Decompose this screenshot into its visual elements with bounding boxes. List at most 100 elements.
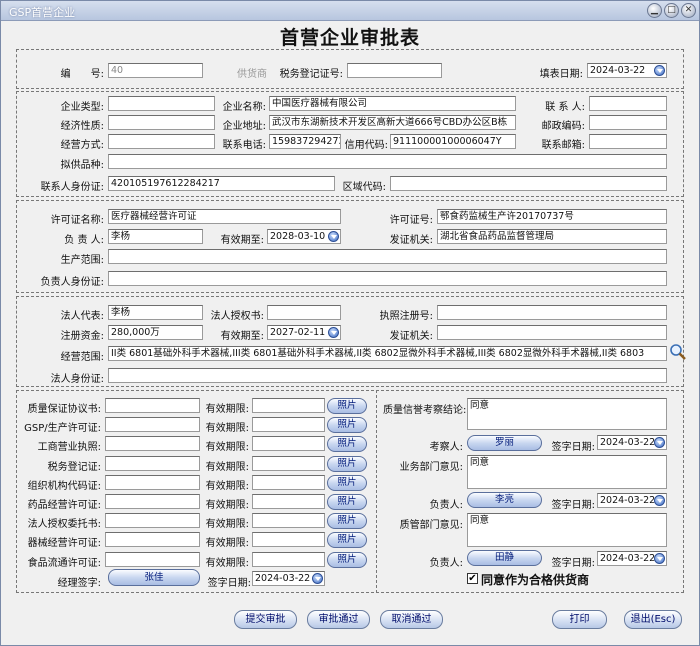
legal-yxqz-date-field[interactable]: 2027-02-11 bbox=[267, 325, 341, 340]
lxr-label: 联 系 人: bbox=[545, 102, 585, 113]
doc-valid-label: 有效期限: bbox=[205, 558, 249, 569]
minimize-icon[interactable]: ▁ bbox=[647, 3, 662, 18]
xkzh-field[interactable]: 鄂食药监械生产许20170737号 bbox=[437, 209, 667, 224]
frsfz-field[interactable] bbox=[108, 368, 667, 383]
magnifier-icon[interactable] bbox=[669, 343, 687, 361]
zlxy-textarea[interactable]: 同意 bbox=[467, 398, 667, 430]
fzrsfz-field[interactable] bbox=[108, 271, 667, 286]
doc-field[interactable] bbox=[105, 436, 200, 451]
doc-valid-field[interactable] bbox=[252, 494, 325, 509]
photo-button[interactable]: 照片 bbox=[327, 513, 367, 529]
doc-valid-field[interactable] bbox=[252, 436, 325, 451]
doc-field[interactable] bbox=[105, 417, 200, 432]
zzzch-label: 执照注册号: bbox=[379, 311, 433, 322]
lxdh-field[interactable]: 15983729427З bbox=[269, 134, 341, 149]
calendar-dropdown-icon[interactable] bbox=[328, 231, 339, 242]
qydm-field[interactable] bbox=[390, 176, 667, 191]
calendar-dropdown-icon[interactable] bbox=[654, 437, 665, 448]
doc-valid-field[interactable] bbox=[252, 552, 325, 567]
legal-fzjg-label: 发证机关: bbox=[389, 331, 433, 342]
ngpz-field[interactable] bbox=[108, 154, 667, 169]
ywbm-label: 业务部门意见: bbox=[399, 462, 463, 473]
close-icon[interactable]: ✕ bbox=[681, 3, 696, 18]
yzbm-field[interactable] bbox=[589, 115, 667, 130]
doc-field[interactable] bbox=[105, 494, 200, 509]
bianhao-field[interactable]: 40 bbox=[108, 63, 203, 78]
calendar-dropdown-icon[interactable] bbox=[654, 65, 665, 76]
doc-valid-field[interactable] bbox=[252, 513, 325, 528]
jl-qzrq-date-field[interactable]: 2024-03-22 bbox=[252, 571, 325, 586]
photo-button[interactable]: 照片 bbox=[327, 494, 367, 510]
fzr2-date-field[interactable]: 2024-03-22 bbox=[597, 551, 667, 566]
fzr1-date-label: 签字日期: bbox=[551, 500, 595, 511]
approve-button[interactable]: 审批通过 bbox=[307, 610, 370, 629]
manager-sign-button[interactable]: 张佳 bbox=[108, 569, 200, 586]
kcr-date-value: 2024-03-22 bbox=[600, 437, 656, 448]
fzr1-date-field[interactable]: 2024-03-22 bbox=[597, 493, 667, 508]
swdj-field[interactable] bbox=[347, 63, 442, 78]
exit-button[interactable]: 退出(Esc) bbox=[624, 610, 682, 629]
doc-field[interactable] bbox=[105, 398, 200, 413]
jyfw-field[interactable]: II类 6801基础外科手术器械,III类 6801基础外科手术器械,II类 6… bbox=[108, 346, 667, 361]
zzzch-field[interactable] bbox=[437, 305, 667, 320]
doc-label: GSP/生产许可证: bbox=[24, 423, 101, 434]
fzjg-field[interactable]: 湖北省食品药品监督管理局 bbox=[437, 229, 667, 244]
lxr-field[interactable] bbox=[589, 96, 667, 111]
jyfs-field[interactable] bbox=[108, 134, 215, 149]
photo-button[interactable]: 照片 bbox=[327, 456, 367, 472]
agree-checkbox[interactable]: ✔ bbox=[467, 573, 478, 584]
biz-head-button[interactable]: 李亮 bbox=[467, 492, 542, 508]
qydz-field[interactable]: 武汉市东湖新技术开发区高新大道666号CBD办公区B栋 bbox=[269, 115, 516, 130]
fzr1-label: 负责人: bbox=[429, 500, 463, 511]
jjxz-label: 经济性质: bbox=[60, 121, 104, 132]
maximize-icon[interactable]: □ bbox=[664, 3, 679, 18]
xydm-field[interactable]: 91110000100006047Y bbox=[390, 134, 516, 149]
scfw-field[interactable] bbox=[108, 249, 667, 264]
inspector-button[interactable]: 罗丽 bbox=[467, 435, 542, 451]
print-button[interactable]: 打印 bbox=[552, 610, 607, 629]
doc-valid-field[interactable] bbox=[252, 475, 325, 490]
photo-button[interactable]: 照片 bbox=[327, 552, 367, 568]
calendar-dropdown-icon[interactable] bbox=[654, 495, 665, 506]
doc-valid-field[interactable] bbox=[252, 417, 325, 432]
xkzmc-field[interactable]: 医疗器械经营许可证 bbox=[108, 209, 341, 224]
fzr-field[interactable]: 李杨 bbox=[108, 229, 203, 244]
doc-field[interactable] bbox=[105, 475, 200, 490]
doc-label: 税务登记证: bbox=[47, 462, 101, 473]
doc-valid-field[interactable] bbox=[252, 456, 325, 471]
ngpz-label: 拟供品种: bbox=[60, 160, 104, 171]
qa-head-button[interactable]: 田静 bbox=[467, 550, 542, 566]
frsqs-field[interactable] bbox=[267, 305, 341, 320]
photo-button[interactable]: 照片 bbox=[327, 532, 367, 548]
xkzh-label: 许可证号: bbox=[389, 215, 433, 226]
doc-field[interactable] bbox=[105, 456, 200, 471]
calendar-dropdown-icon[interactable] bbox=[312, 573, 323, 584]
photo-button[interactable]: 照片 bbox=[327, 475, 367, 491]
license-yxqz-date-field[interactable]: 2028-03-10 bbox=[267, 229, 341, 244]
cancel-approval-button[interactable]: 取消通过 bbox=[380, 610, 443, 629]
lxrsfz-field[interactable]: 420105197612284217 bbox=[108, 176, 335, 191]
jjxz-field[interactable] bbox=[108, 115, 215, 130]
calendar-dropdown-icon[interactable] bbox=[654, 553, 665, 564]
legal-fzjg-field[interactable] bbox=[437, 325, 667, 340]
submit-button[interactable]: 提交审批 bbox=[234, 610, 297, 629]
frdb-field[interactable]: 李杨 bbox=[108, 305, 203, 320]
xkzmc-label: 许可证名称: bbox=[50, 215, 104, 226]
photo-button[interactable]: 照片 bbox=[327, 436, 367, 452]
qylx-field[interactable] bbox=[108, 96, 215, 111]
doc-field[interactable] bbox=[105, 532, 200, 547]
tbrq-date-field[interactable]: 2024-03-22 bbox=[587, 63, 667, 78]
qymc-field[interactable]: 中国医疗器械有限公司 bbox=[269, 96, 516, 111]
photo-button[interactable]: 照片 bbox=[327, 398, 367, 414]
calendar-dropdown-icon[interactable] bbox=[328, 327, 339, 338]
zczj-field[interactable]: 280,000万 bbox=[108, 325, 203, 340]
kcr-date-field[interactable]: 2024-03-22 bbox=[597, 435, 667, 450]
doc-valid-field[interactable] bbox=[252, 398, 325, 413]
zgbm-textarea[interactable]: 同意 bbox=[467, 513, 667, 547]
ywbm-textarea[interactable]: 同意 bbox=[467, 455, 667, 489]
lxyx-field[interactable] bbox=[589, 134, 667, 149]
doc-field[interactable] bbox=[105, 552, 200, 567]
doc-field[interactable] bbox=[105, 513, 200, 528]
photo-button[interactable]: 照片 bbox=[327, 417, 367, 433]
doc-valid-field[interactable] bbox=[252, 532, 325, 547]
